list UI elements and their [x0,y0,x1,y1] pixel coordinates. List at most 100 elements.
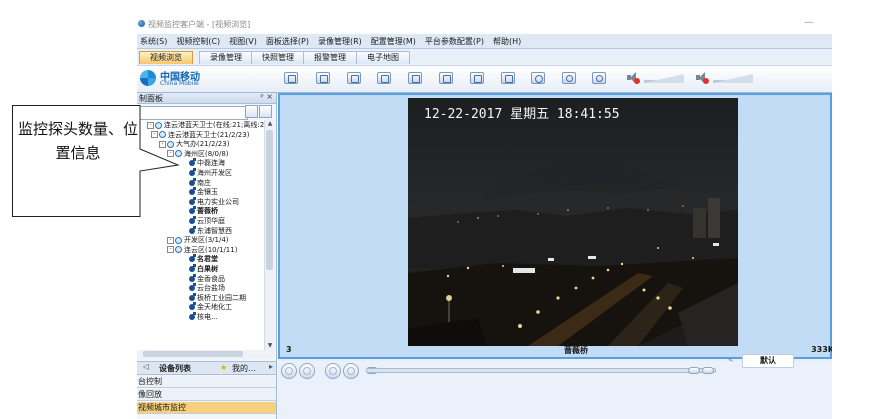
tree-node-label: 连云港蓝天卫士(在线:21;离线:2 [164,121,264,129]
progress-end-handle[interactable] [702,367,714,374]
split-16-icon[interactable] [377,72,391,84]
tree-node-label: 白果树 [197,265,218,273]
video-feed[interactable]: 12-22-2017 星期五 18:41:55 [408,98,738,346]
tab-e-map[interactable]: 电子地图 [356,51,410,64]
camera-icon [189,225,196,234]
record-icon[interactable] [439,72,453,84]
logo-text-en: China Mobile [160,80,199,87]
tab-record-manage[interactable]: 录像管理 [199,51,253,64]
tree-camera-node[interactable]: 东浦智慧西 [189,225,232,236]
mic-volume-slider[interactable] [713,74,753,83]
tree-group-node[interactable]: - 开发区(3/1/4) [167,236,229,245]
tree-group-node[interactable]: - 海州区(8/0/8) [167,150,229,159]
tree-node-label: 名君堂 [197,255,218,264]
scroll-down-icon[interactable]: ▼ [266,342,274,350]
device-list-tab-icon: ◁ [143,362,150,371]
expand-toggle-icon[interactable]: - [147,121,154,129]
tree-node-label: 云台盐场 [197,284,225,293]
camera-icon [189,158,196,167]
scroll-up-icon[interactable]: ▲ [266,120,274,128]
expand-toggle-icon[interactable]: - [167,246,174,254]
control-panel: 制面板 ᵖ × - 连云港蓝天卫士(在线:21;离线:2- 连云港蓝天卫士(21/2… [137,92,277,419]
locate-icon[interactable] [259,105,272,118]
fullscreen-icon[interactable] [408,72,422,84]
progress-zoom-handle[interactable] [688,367,700,374]
section-playback[interactable]: 像回放 [137,389,276,401]
speaker-icon[interactable] [626,71,640,85]
tab-alarm-manage[interactable]: 报警管理 [303,51,357,64]
video-area: 12-22-2017 星期五 18:41:55 3 蔷薇桥 333K < 默认 [278,93,832,419]
tree-node-label: 连云港蓝天卫士(21/2/23) [168,130,250,139]
menu-view[interactable]: 视图(V) [229,36,257,47]
tab-snapshot-manage[interactable]: 快照管理 [251,51,305,64]
menu-panel-select[interactable]: 面板选择(P) [266,36,309,47]
scroll-thumb[interactable] [266,130,273,270]
menu-help[interactable]: 帮助(H) [493,36,521,47]
step-button[interactable] [343,363,359,379]
chevron-right-icon[interactable]: ▸ [269,362,273,371]
tree-node-label: 南庄 [197,178,211,187]
pause-button[interactable] [299,363,315,379]
tree-horizontal-scrollbar[interactable] [137,350,274,359]
snapshot-icon[interactable] [470,72,484,84]
panel-title: 制面板 [139,94,163,103]
china-mobile-logo: 中国移动 China Mobile [140,69,204,89]
tree-group-node[interactable]: - 大气办(21/2/23) [159,140,229,149]
default-layout-button[interactable]: 默认 [742,354,794,368]
tree-camera-node[interactable]: 板桥工业园二期 [189,292,246,303]
device-search-input[interactable] [139,106,248,120]
tree-group-node[interactable]: - 连云港蓝天卫士(21/2/23) [151,131,249,140]
menu-system[interactable]: 系统(S) [140,36,167,47]
tree-node-label: 云顶华庭 [197,217,225,225]
menu-record-manage[interactable]: 录像管理(R) [318,36,362,47]
search-icon[interactable] [245,105,258,118]
expand-toggle-icon[interactable]: - [167,236,174,244]
tree-camera-node[interactable]: 核电... [189,312,218,322]
expand-toggle-icon[interactable]: - [151,131,158,139]
split-9-icon[interactable] [347,72,361,84]
playback-progress-bar[interactable] [366,368,716,373]
stop-button[interactable] [325,363,341,379]
tree-node-label: 海州开发区 [197,169,232,177]
tree-group-node[interactable]: - 连云港蓝天卫士(在线:21;离线:2 [147,121,264,130]
camera-icon [189,196,196,205]
zoom-in-icon[interactable] [562,72,576,84]
hscroll-thumb[interactable] [143,351,243,357]
tree-vertical-scrollbar[interactable]: ▲ ▼ [264,120,275,350]
star-icon: ★ [220,363,228,372]
zoom-out-icon[interactable] [592,72,606,84]
tab-bar: 视频浏览 录像管理 快照管理 报警管理 电子地图 [137,49,832,66]
menu-platform-params[interactable]: 平台参数配置(P) [425,36,484,47]
panel-close-button[interactable]: ᵖ × [260,92,273,101]
section-city-monitoring[interactable]: 视频城市监控 [137,402,276,414]
speaker-volume-slider[interactable] [644,74,684,83]
section-ptz-control[interactable]: 台控制 [137,376,276,388]
tab-device-list[interactable]: 设备列表 [159,363,191,374]
expand-toggle-icon[interactable]: - [167,150,174,158]
tree-camera-node[interactable]: 电力实业公司 [189,196,239,207]
client-window: 视频监控客户端 - [视频浏览] — 系统(S) 视频控制(C) 视图(V) 面… [137,14,832,419]
mic-icon[interactable] [695,71,709,85]
play-button[interactable] [281,363,297,379]
expand-toggle-icon[interactable]: - [159,140,166,148]
camera-group-icon [175,246,182,254]
camera-group-icon [155,121,162,129]
collapse-arrow-icon[interactable]: < [728,356,734,364]
title-bar: 视频监控客户端 - [视频浏览] — [137,14,832,34]
single-view-icon[interactable] [284,72,298,84]
tab-my-favorites[interactable]: 我的... [232,363,256,374]
refresh-icon[interactable] [501,72,515,84]
layout-icon[interactable] [531,72,545,84]
camera-name-label: 蔷薇桥 [564,346,588,355]
camera-icon [189,177,196,186]
menu-video-control[interactable]: 视频控制(C) [176,36,220,47]
split-4-icon[interactable] [316,72,330,84]
minimize-button[interactable]: — [804,17,814,28]
night-city-scene [408,98,738,346]
video-window-frame[interactable]: 12-22-2017 星期五 18:41:55 3 蔷薇桥 333K [278,93,832,359]
tree-group-node[interactable]: - 连云区(10/1/11) [167,246,237,255]
video-osd-timestamp: 12-22-2017 星期五 18:41:55 [424,107,620,122]
tab-video-browse[interactable]: 视频浏览 [139,51,193,64]
menu-config-manage[interactable]: 配置管理(M) [371,36,416,47]
camera-icon [189,283,196,292]
